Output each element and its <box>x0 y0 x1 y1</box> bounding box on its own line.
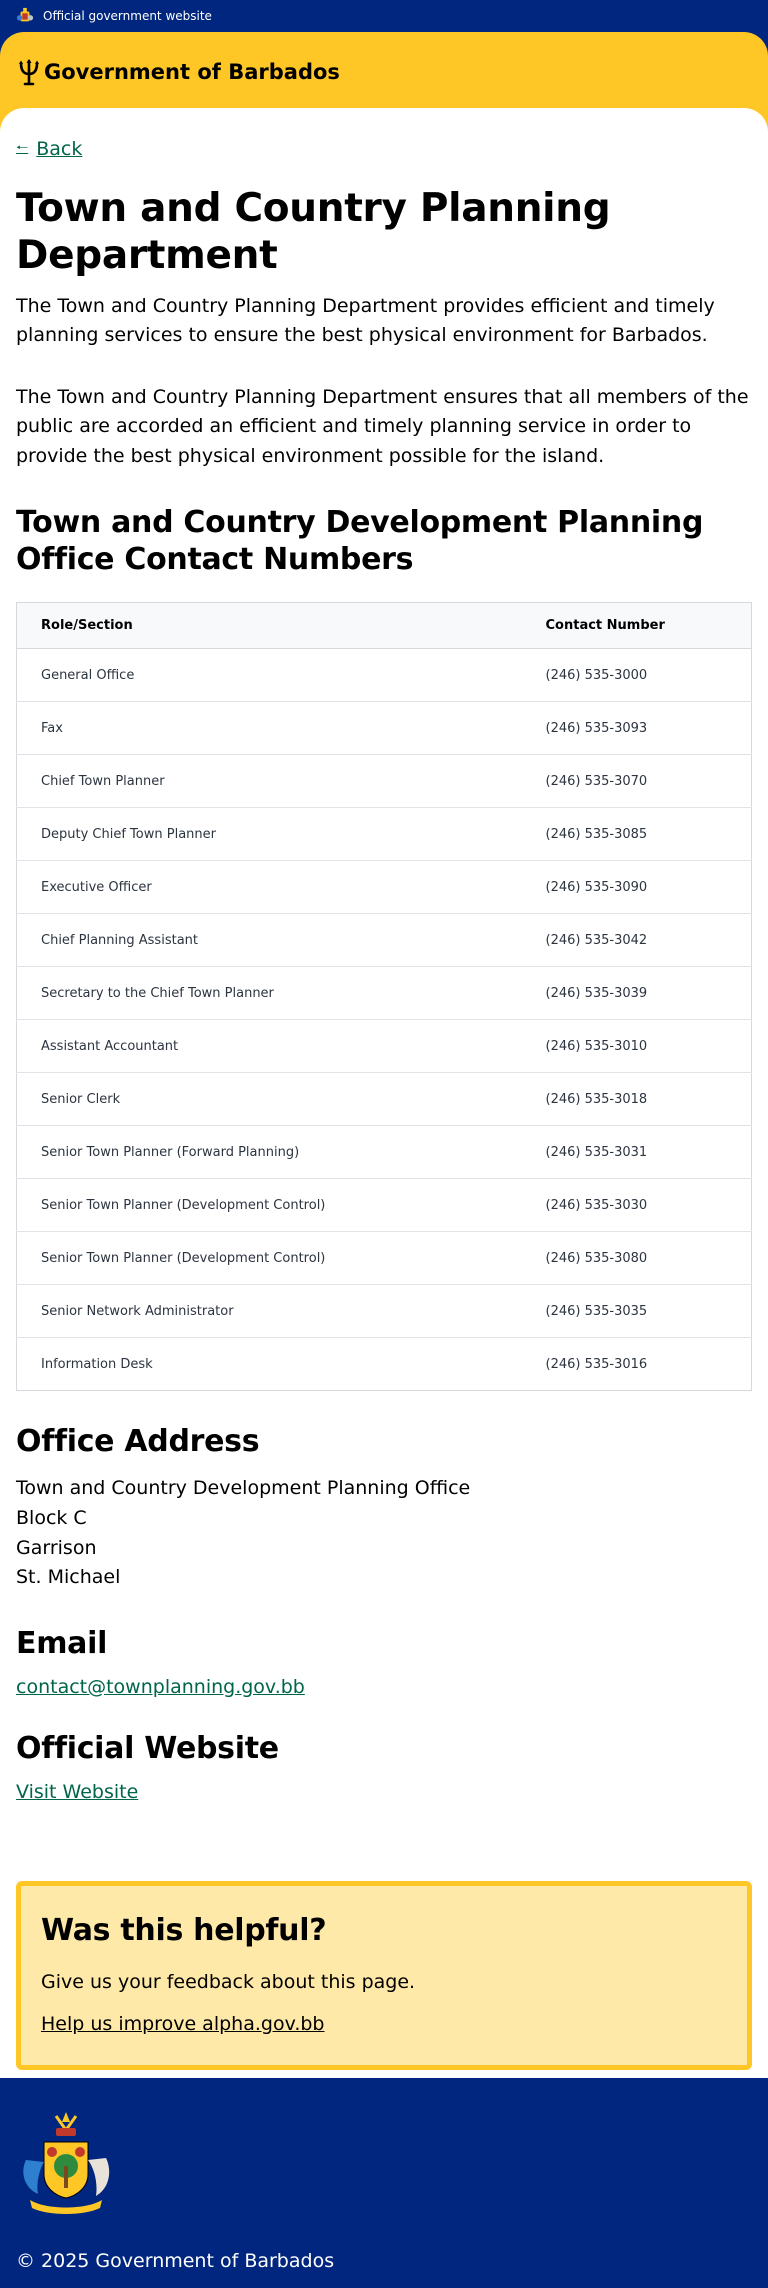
table-row: Senior Town Planner (Development Control… <box>16 1231 752 1286</box>
table-row: Deputy Chief Town Planner (246) 535-3085 <box>16 807 752 862</box>
back-arrow-icon: 🠐 <box>16 140 29 156</box>
number-cell: (246) 535-3030 <box>531 1178 752 1233</box>
table-row: Executive Officer (246) 535-3090 <box>16 860 752 915</box>
number-cell: (246) 535-3080 <box>531 1231 752 1286</box>
number-cell: (246) 535-3090 <box>531 860 752 915</box>
website-heading: Official Website <box>16 1730 279 1766</box>
table-row: Secretary to the Chief Town Planner (246)… <box>16 966 752 1021</box>
feedback-panel: Was this helpful? Give us your feedback … <box>16 1881 752 2071</box>
coat-of-arms-icon <box>23 2112 110 2215</box>
visit-website-link[interactable]: Visit Website <box>16 1781 138 1803</box>
address-line: Block C <box>16 1506 87 1529</box>
coat-of-arms-icon <box>16 7 34 22</box>
table-row: Senior Town Planner (Development Control… <box>16 1178 752 1233</box>
back-link[interactable]: 🠐 Back <box>16 134 82 164</box>
table-row: Fax (246) 535-3093 <box>16 701 752 756</box>
table-row: Senior Network Administrator (246) 535-30… <box>16 1284 752 1339</box>
column-header-role: Role/Section <box>16 602 532 650</box>
column-header-number: Contact Number <box>531 602 752 650</box>
table-row: Senior Town Planner (Forward Planning) (2… <box>16 1125 752 1180</box>
address-heading: Office Address <box>16 1424 260 1460</box>
site-footer: © 2025 Government of Barbados <box>0 2078 768 2288</box>
trident-icon <box>19 59 39 86</box>
role-cell: General Office <box>16 648 532 703</box>
table-row: Information Desk (246) 535-3016 <box>17 1338 752 1391</box>
address-line: Town and Country Development Planning Of… <box>16 1477 471 1500</box>
number-cell: (246) 535-3010 <box>531 1019 752 1074</box>
number-cell: (246) 535-3018 <box>531 1072 752 1127</box>
role-cell: Senior Network Administrator <box>16 1284 532 1339</box>
address-line: St. Michael <box>16 1566 121 1589</box>
number-cell: (246) 535-3042 <box>531 913 752 968</box>
role-cell: Information Desk <box>41 1356 153 1372</box>
role-cell: Senior Clerk <box>16 1072 532 1127</box>
number-cell: (246) 535-3039 <box>531 966 752 1021</box>
role-cell: Senior Town Planner (Development Control… <box>16 1178 532 1233</box>
contacts-table: Role/Section Contact Number General Offi… <box>16 602 752 1392</box>
main-content: 🠐 Back Town and Country Planning Departm… <box>0 108 768 2079</box>
intro-paragraph-2: The Town and Country Planning Department… <box>16 385 749 468</box>
role-cell: Chief Town Planner <box>16 754 532 809</box>
number-cell: (246) 535-3085 <box>531 807 752 862</box>
office-address: Town and Country Development Planning Of… <box>16 1474 752 1593</box>
email-link[interactable]: contact@townplanning.gov.bb <box>16 1676 305 1698</box>
address-line: Garrison <box>16 1536 97 1559</box>
table-header-row: Role/Section Contact Number <box>16 602 752 650</box>
feedback-link[interactable]: Help us improve alpha.gov.bb <box>41 2013 325 2035</box>
role-cell: Executive Officer <box>16 860 532 915</box>
feedback-text: Give us your feedback about this page. <box>41 1971 416 1994</box>
table-row: Senior Clerk (246) 535-3018 <box>16 1072 752 1127</box>
brand-name: Government of Barbados <box>44 60 340 84</box>
table-row: Chief Town Planner (246) 535-3070 <box>16 754 752 809</box>
table-row: Assistant Accountant (246) 535-3010 <box>16 1019 752 1074</box>
role-cell: Assistant Accountant <box>16 1019 532 1074</box>
number-cell: (246) 535-3031 <box>531 1125 752 1180</box>
page-title: Town and Country Planning Department <box>16 186 611 278</box>
number-cell: (246) 535-3000 <box>531 648 752 703</box>
back-label: Back <box>36 138 83 160</box>
table-row: Chief Planning Assistant (246) 535-3042 <box>16 913 752 968</box>
number-cell: (246) 535-3035 <box>531 1284 752 1339</box>
feedback-heading: Was this helpful? <box>41 1913 327 1949</box>
role-cell: Deputy Chief Town Planner <box>16 807 532 862</box>
number-cell: (246) 535-3070 <box>531 754 752 809</box>
intro-paragraph-1: The Town and Country Planning Department… <box>16 294 715 347</box>
table-row: General Office (246) 535-3000 <box>16 648 752 703</box>
role-cell: Chief Planning Assistant <box>16 913 532 968</box>
contacts-heading: Town and Country Development Planning Of… <box>16 504 704 577</box>
official-site-text: Official government website <box>43 9 212 23</box>
role-cell: Senior Town Planner (Forward Planning) <box>16 1125 532 1180</box>
footer-copyright: © 2025 Government of Barbados <box>16 2250 335 2273</box>
home-link[interactable]: Government of Barbados <box>16 56 752 88</box>
role-cell: Secretary to the Chief Town Planner <box>16 966 532 1021</box>
email-heading: Email <box>16 1625 108 1661</box>
number-cell: (246) 535-3093 <box>531 701 752 756</box>
number-cell: (246) 535-3016 <box>545 1356 648 1372</box>
role-cell: Senior Town Planner (Development Control… <box>16 1231 532 1286</box>
official-site-banner: Official government website <box>0 0 768 32</box>
role-cell: Fax <box>16 701 532 756</box>
